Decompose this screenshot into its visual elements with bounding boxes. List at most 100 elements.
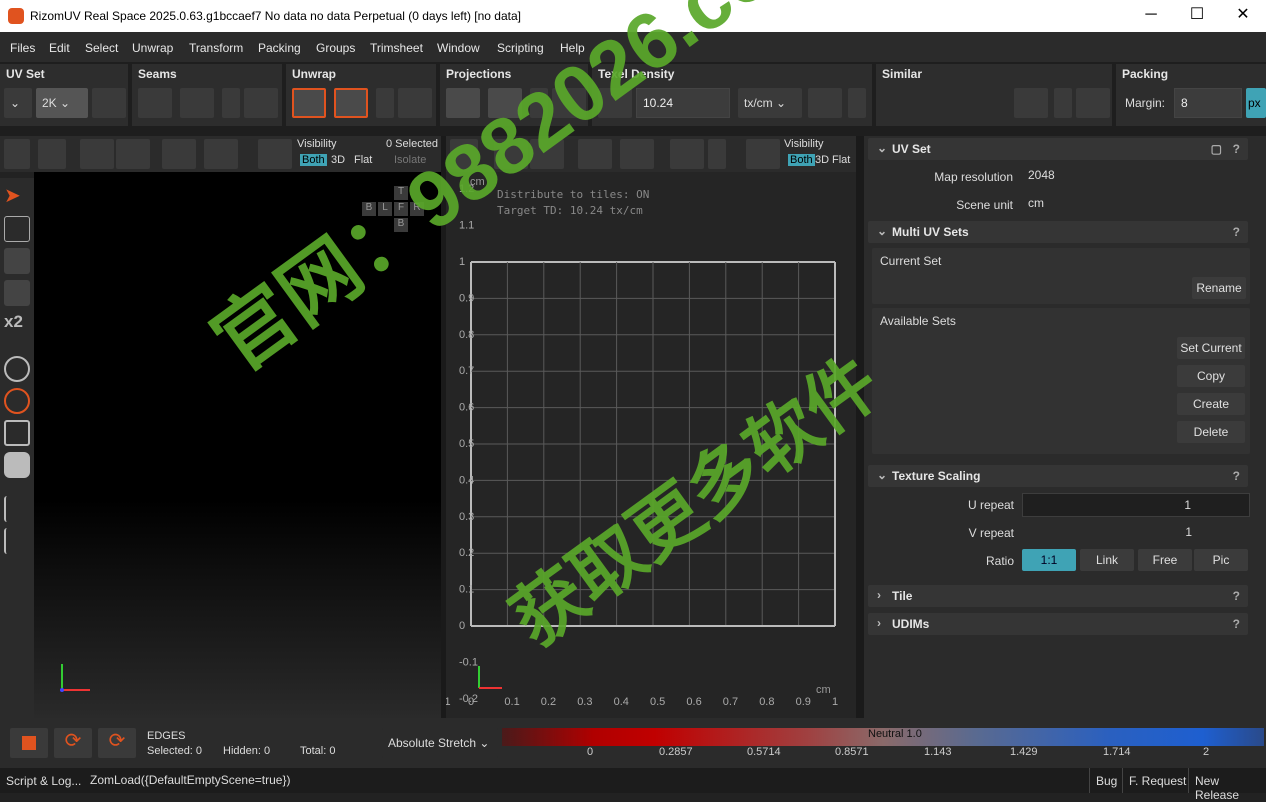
shading-cube-icon[interactable]: [80, 139, 114, 169]
edge-mode-icon[interactable]: [4, 388, 30, 414]
nav-left[interactable]: L: [378, 202, 392, 216]
margin-input[interactable]: 8: [1174, 88, 1242, 118]
loop-icon[interactable]: ⟳: [54, 728, 92, 758]
resolution-dropdown[interactable]: 2K ⌄: [36, 88, 88, 118]
menu-select[interactable]: Select: [85, 41, 118, 55]
td-chevron-icon[interactable]: [848, 88, 866, 118]
uvset-settings-icon[interactable]: [92, 88, 126, 118]
udims-expand-icon[interactable]: ›: [877, 616, 881, 630]
transform-tool-icon[interactable]: [4, 216, 30, 242]
projection-planar-icon[interactable]: [446, 88, 480, 118]
optimize-icon[interactable]: [334, 88, 368, 118]
texture-scaling-collapse-icon[interactable]: ⌄: [877, 468, 887, 482]
unfold-icon[interactable]: [292, 88, 326, 118]
uv-mode-both[interactable]: Both: [788, 154, 815, 166]
uv-select-island-icon[interactable]: [578, 139, 612, 169]
select-arrow-icon[interactable]: ➤: [4, 184, 30, 210]
rename-button[interactable]: Rename: [1192, 277, 1246, 299]
pin-tool-icon[interactable]: [4, 280, 30, 306]
stop-icon[interactable]: [10, 728, 48, 758]
nav-cube[interactable]: T B L F R B: [362, 180, 444, 234]
projections-chevron-icon[interactable]: [530, 88, 548, 118]
layout-split-icon[interactable]: [4, 139, 30, 169]
td-apply-icon[interactable]: [808, 88, 842, 118]
menu-edit[interactable]: Edit: [49, 41, 70, 55]
uvset-dropdown[interactable]: ⌄: [4, 88, 32, 118]
multi-help-icon[interactable]: ?: [1233, 225, 1240, 239]
texture-scaling-header[interactable]: ⌄ Texture Scaling ?: [868, 465, 1248, 487]
stretch-mode-dropdown[interactable]: Absolute Stretch ⌄: [382, 728, 498, 758]
weld-seam-icon[interactable]: [180, 88, 214, 118]
viewport-3d[interactable]: T B L F R B: [34, 172, 441, 718]
menu-unwrap[interactable]: Unwrap: [132, 41, 173, 55]
similar-select-icon[interactable]: [882, 88, 916, 118]
seams-settings-icon[interactable]: [244, 88, 278, 118]
ratio-1-1-button[interactable]: 1:1: [1022, 549, 1076, 571]
uv-shading-flat-icon[interactable]: [530, 139, 564, 169]
unwrap-settings-icon[interactable]: [398, 88, 432, 118]
close-button[interactable]: ✕: [1220, 0, 1266, 32]
ratio-pic-button[interactable]: Pic: [1194, 549, 1248, 571]
menu-help[interactable]: Help: [560, 41, 585, 55]
panel-splitter[interactable]: [856, 136, 864, 718]
uvset-collapse-icon[interactable]: ⌄: [877, 141, 887, 155]
td-picker-icon[interactable]: [598, 88, 632, 118]
udims-help-icon[interactable]: ?: [1233, 617, 1240, 631]
bug-button[interactable]: Bug: [1089, 768, 1123, 793]
select-island-icon[interactable]: [162, 139, 196, 169]
script-log-button[interactable]: Script & Log...: [0, 768, 87, 793]
delete-button[interactable]: Delete: [1177, 421, 1245, 443]
ratio-free-button[interactable]: Free: [1138, 549, 1192, 571]
menu-files[interactable]: Files: [10, 41, 35, 55]
select-connected-icon[interactable]: [204, 139, 238, 169]
menu-trimsheet[interactable]: Trimsheet: [370, 41, 423, 55]
texture-scaling-help-icon[interactable]: ?: [1233, 469, 1240, 483]
view3d-mode-flat[interactable]: Flat: [354, 154, 372, 166]
view3d-mode-3d[interactable]: 3D: [331, 154, 345, 166]
seams-options-chevron-icon[interactable]: [222, 88, 240, 118]
copy-button[interactable]: Copy: [1177, 365, 1245, 387]
island-mode-icon[interactable]: [4, 452, 30, 478]
minimize-button[interactable]: ─: [1128, 0, 1174, 32]
ratio-link-button[interactable]: Link: [1080, 549, 1134, 571]
nav-top[interactable]: T: [394, 186, 408, 200]
tile-header[interactable]: › Tile ?: [868, 585, 1248, 607]
set-current-button[interactable]: Set Current: [1177, 337, 1245, 359]
nav-back[interactable]: B: [362, 202, 376, 216]
frame-view-icon[interactable]: [38, 139, 66, 169]
feature-request-button[interactable]: F. Request: [1122, 768, 1192, 793]
uv-frame-view-icon[interactable]: [450, 139, 478, 169]
similar-layer-icon[interactable]: [1014, 88, 1048, 118]
menu-groups[interactable]: Groups: [316, 41, 355, 55]
similar-group-icon[interactable]: [926, 88, 960, 118]
projections-settings-icon[interactable]: [552, 88, 586, 118]
vertex-mode-icon[interactable]: [4, 356, 30, 382]
uv-viewport[interactable]: Distribute to tiles: ON Target TD: 10.24…: [446, 172, 856, 718]
udims-header[interactable]: › UDIMs ?: [868, 613, 1248, 635]
view3d-mode-both[interactable]: Both: [300, 154, 327, 166]
tile-help-icon[interactable]: ?: [1233, 589, 1240, 603]
nav-front[interactable]: F: [394, 202, 408, 216]
menu-packing[interactable]: Packing: [258, 41, 301, 55]
view3d-visibility-settings-icon[interactable]: [258, 139, 292, 169]
u-repeat-input[interactable]: 1: [1022, 493, 1250, 517]
projection-box-icon[interactable]: [488, 88, 522, 118]
v-repeat-input[interactable]: 1: [1022, 521, 1250, 545]
uvset-help-icon[interactable]: ?: [1233, 142, 1240, 156]
similar-chevron-icon[interactable]: [1054, 88, 1072, 118]
unwrap-options-chevron-icon[interactable]: [376, 88, 394, 118]
texel-unit-dropdown[interactable]: tx/cm ⌄: [738, 88, 802, 118]
grid-tool-icon[interactable]: [4, 248, 30, 274]
cut-seam-icon[interactable]: [138, 88, 172, 118]
mirror-flat-icon[interactable]: [4, 528, 30, 554]
x2-icon[interactable]: x2: [4, 312, 30, 338]
nav-bottom[interactable]: B: [394, 218, 408, 232]
uv-mode-3d[interactable]: 3D: [815, 154, 829, 166]
nav-right[interactable]: R: [410, 202, 424, 216]
uv-visibility-settings-icon[interactable]: [746, 139, 780, 169]
maximize-button[interactable]: ☐: [1174, 0, 1220, 32]
tile-expand-icon[interactable]: ›: [877, 588, 881, 602]
uv-shading-cube-icon[interactable]: [494, 139, 528, 169]
view3d-isolate[interactable]: Isolate: [394, 154, 426, 166]
create-button[interactable]: Create: [1177, 393, 1245, 415]
